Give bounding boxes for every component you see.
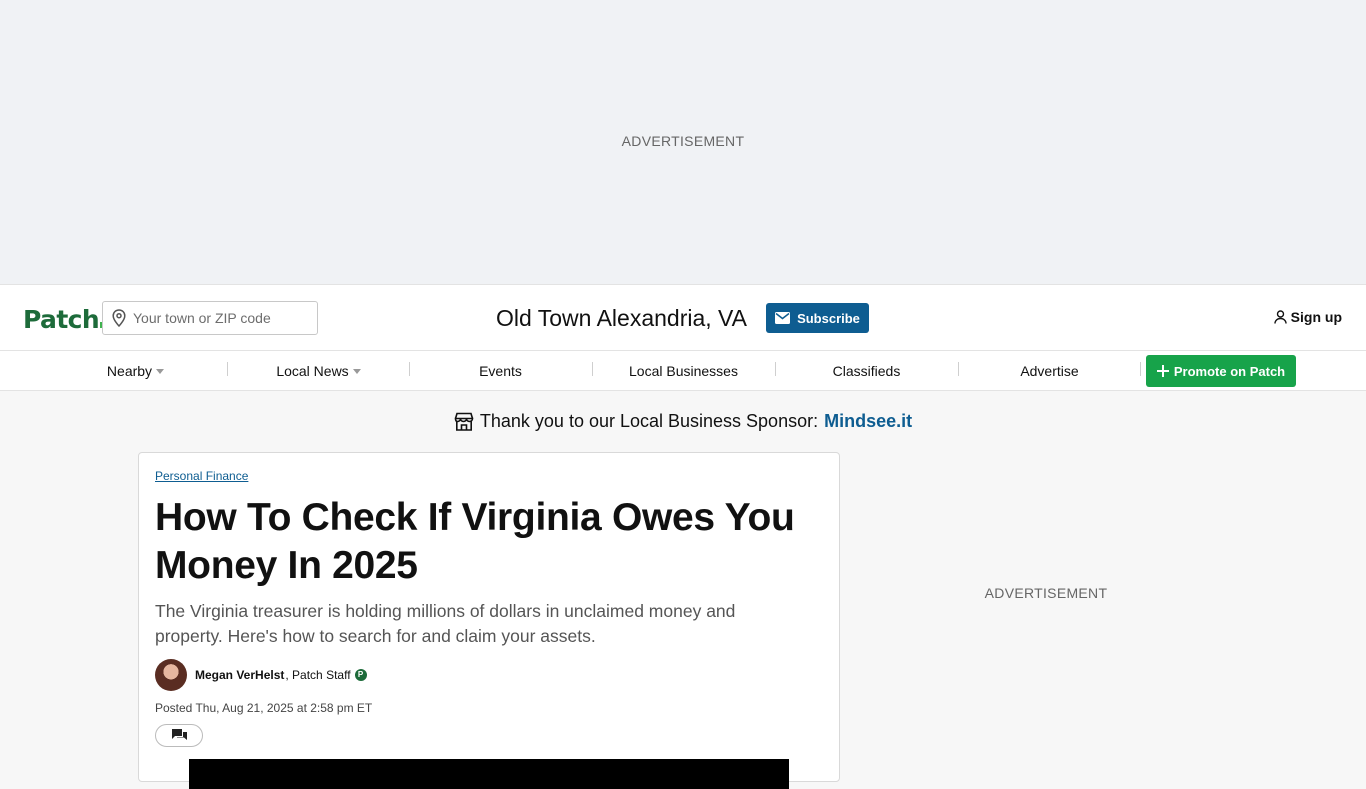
patch-staff-badge-icon: P <box>354 669 367 681</box>
author-avatar[interactable] <box>155 659 187 691</box>
nav-item-local-businesses[interactable]: Local Businesses <box>592 351 775 391</box>
nav-item-classifieds[interactable]: Classifieds <box>775 351 958 391</box>
advertisement-label: ADVERTISEMENT <box>984 585 1108 601</box>
nav-label: Nearby <box>106 363 153 379</box>
subscribe-label: Subscribe <box>797 310 860 326</box>
article-dek: The Virginia treasurer is holding millio… <box>155 601 736 646</box>
author-name[interactable]: Megan VerHelst <box>195 668 284 682</box>
main-nav: Nearby Local News Events Local Businesse… <box>0 351 1366 391</box>
sign-up-label: Sign up <box>1290 309 1342 325</box>
comment-icon <box>171 729 187 740</box>
location-search[interactable] <box>102 301 318 335</box>
caret-down-icon <box>156 369 165 374</box>
nav-item-advertise[interactable]: Advertise <box>958 351 1141 391</box>
sponsor-banner: Thank you to our Local Business Sponsor:… <box>0 411 1366 432</box>
sponsor-link[interactable]: Mindsee.it <box>824 411 912 432</box>
nav-label: Local News <box>276 363 349 379</box>
posted-timestamp: Posted Thu, Aug 21, 2025 at 2:58 pm ET <box>155 701 373 715</box>
nav-label: Classifieds <box>832 363 901 379</box>
logo-text: Patch <box>23 305 100 334</box>
comments-button[interactable] <box>155 724 203 747</box>
nav-label: Local Businesses <box>629 363 738 379</box>
town-zip-input[interactable] <box>133 310 303 326</box>
envelope-icon <box>775 312 791 324</box>
nav-item-local-news[interactable]: Local News <box>227 351 410 391</box>
town-title[interactable]: Old Town Alexandria, VA <box>496 305 747 332</box>
nav-item-nearby[interactable]: Nearby <box>44 351 227 391</box>
article-media[interactable] <box>189 759 789 789</box>
nav-label: Events <box>479 363 522 379</box>
subscribe-button[interactable]: Subscribe <box>766 303 869 333</box>
top-advertisement: ADVERTISEMENT <box>0 0 1366 284</box>
site-header: Patch Old Town Alexandria, VA Subscribe … <box>0 284 1366 351</box>
article-headline: How To Check If Virginia Owes You Money … <box>155 496 795 587</box>
author-role: , Patch Staff <box>285 668 351 682</box>
sign-up-link[interactable]: Sign up <box>1273 309 1342 325</box>
caret-down-icon <box>352 369 361 374</box>
storefront-icon <box>454 412 474 431</box>
article-card: Personal Finance How To Check If Virgini… <box>138 452 840 789</box>
byline: Megan VerHelst , Patch Staff P <box>155 659 367 691</box>
user-icon <box>1273 310 1287 324</box>
map-pin-icon <box>112 309 126 327</box>
category-link[interactable]: Personal Finance <box>155 469 248 483</box>
plus-icon <box>1156 365 1169 377</box>
advertisement-label: ADVERTISEMENT <box>621 133 745 149</box>
nav-divider <box>1140 362 1141 376</box>
sponsor-text: Thank you to our Local Business Sponsor: <box>479 411 819 431</box>
nav-item-events[interactable]: Events <box>409 351 592 391</box>
promote-label: Promote on Patch <box>1173 363 1286 379</box>
patch-logo[interactable]: Patch <box>23 305 107 334</box>
promote-on-patch-button[interactable]: Promote on Patch <box>1146 355 1296 387</box>
nav-label: Advertise <box>1020 363 1079 379</box>
